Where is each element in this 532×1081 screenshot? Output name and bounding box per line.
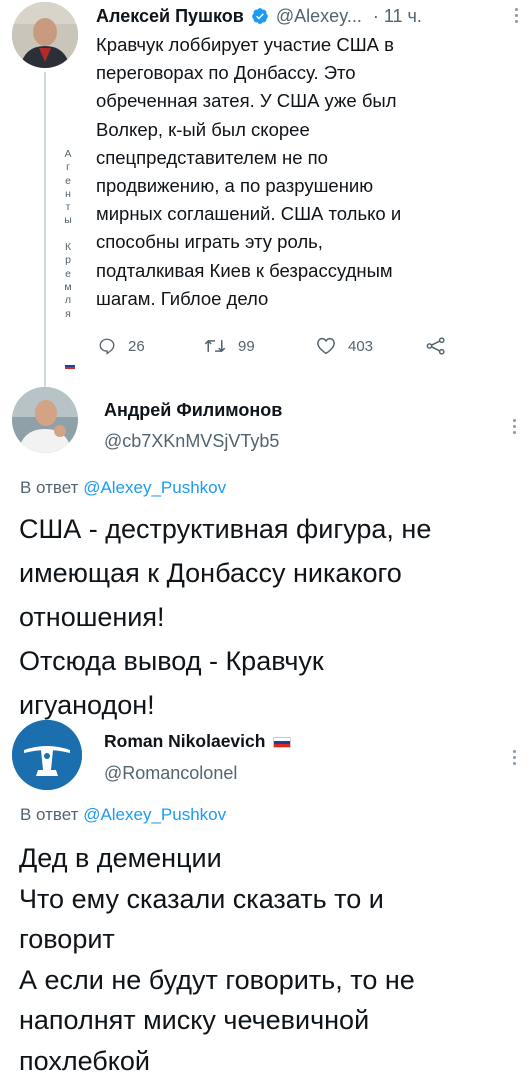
author-handle[interactable]: @cb7XKnMVSjVTyb5 xyxy=(104,430,279,452)
share-icon xyxy=(426,337,445,355)
thread-line xyxy=(44,72,46,392)
author-handle[interactable]: @Alexey... xyxy=(276,6,362,26)
tweet1-text: Кравчук лоббирует участие США в перегово… xyxy=(96,34,402,309)
reply-button[interactable]: 26 xyxy=(98,337,145,355)
tweet3-text: Дед в деменции Что ему сказали сказать т… xyxy=(19,843,415,1076)
more-options-icon[interactable] xyxy=(513,419,517,437)
author-name-row: Roman Nikolaevich xyxy=(104,730,292,752)
reply-to-link[interactable]: @Alexey_Pushkov xyxy=(83,478,226,497)
author-name[interactable]: Алексей Пушков xyxy=(96,6,244,26)
reply-context: В ответ @Alexey_Pushkov xyxy=(20,804,226,826)
reply-icon xyxy=(99,338,115,355)
verified-badge-icon xyxy=(251,8,268,24)
more-options-icon[interactable] xyxy=(515,8,519,26)
tweet1-header: Алексей Пушков @Alexey... · 11 ч. xyxy=(96,4,516,28)
tweet3-avatar[interactable] xyxy=(12,720,82,790)
author-handle[interactable]: @Romancolonel xyxy=(104,762,237,784)
tweet1-avatar[interactable] xyxy=(12,2,78,68)
retweet-count: 99 xyxy=(238,337,255,355)
reply-prefix: В ответ xyxy=(20,805,79,824)
reply-count: 26 xyxy=(128,337,145,355)
tweet2-text: США - деструктивная фигура, не имеющая к… xyxy=(19,514,432,720)
like-button[interactable]: 403 xyxy=(316,337,373,355)
side-label-text: А г е н т ы К р е м л я xyxy=(64,148,72,320)
author-name[interactable]: Roman Nikolaevich xyxy=(104,731,265,751)
more-options-icon[interactable] xyxy=(513,750,517,768)
like-icon xyxy=(317,337,335,355)
reply-context: В ответ @Alexey_Pushkov xyxy=(20,477,226,499)
tweet-time[interactable]: · 11 ч. xyxy=(373,6,422,26)
retweet-icon xyxy=(204,339,226,353)
reply-prefix: В ответ xyxy=(20,478,79,497)
reply-to-link[interactable]: @Alexey_Pushkov xyxy=(83,805,226,824)
retweet-button[interactable]: 99 xyxy=(204,337,255,355)
russia-flag-icon xyxy=(273,736,292,748)
share-button[interactable] xyxy=(426,337,458,355)
like-count: 403 xyxy=(348,337,374,355)
author-name[interactable]: Андрей Филимонов xyxy=(104,399,282,421)
russia-flag-icon xyxy=(65,357,75,370)
tweet2-avatar[interactable] xyxy=(12,387,78,453)
